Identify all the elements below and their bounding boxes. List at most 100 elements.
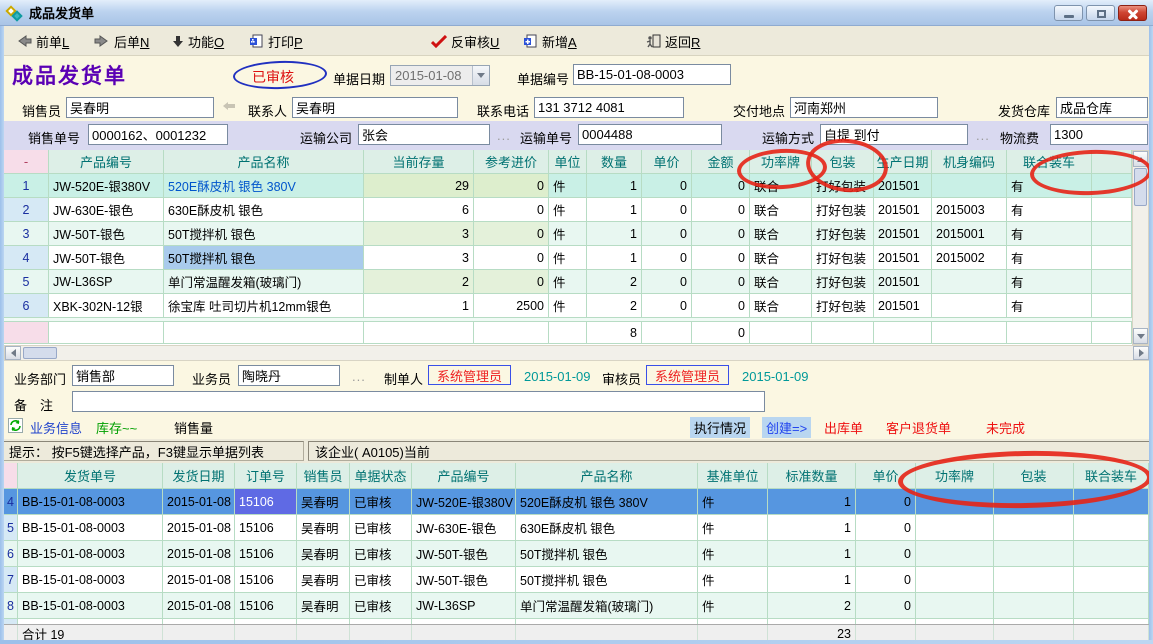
trans-co-ellipsis-button[interactable]: ... xyxy=(497,128,511,143)
row-number[interactable]: 8 xyxy=(4,593,18,619)
grid-cell[interactable]: 已审核 xyxy=(350,541,412,567)
items-hscrollbar[interactable] xyxy=(4,345,1149,361)
grid-cell[interactable]: 有 xyxy=(1007,222,1092,246)
grid-cell[interactable]: 0 xyxy=(474,222,549,246)
warehouse-input[interactable] xyxy=(1056,97,1148,118)
remark-input[interactable] xyxy=(72,391,765,412)
table-row[interactable]: 6BB-15-01-08-00032015-01-0815106吴春明已审核JW… xyxy=(4,541,1149,567)
grid-cell[interactable]: 0 xyxy=(474,198,549,222)
grid-cell[interactable]: 打好包装 xyxy=(812,222,874,246)
grid-cell[interactable] xyxy=(916,567,994,593)
grid-cell[interactable]: 已审核 xyxy=(350,515,412,541)
grid-cell[interactable]: 2 xyxy=(768,593,856,619)
grid-cell[interactable]: 有 xyxy=(1007,198,1092,222)
grid-cell[interactable]: 0 xyxy=(692,246,750,270)
table-row[interactable]: 4BB-15-01-08-00032015-01-0815106吴春明已审核JW… xyxy=(4,489,1149,515)
grid-cell[interactable]: 1 xyxy=(587,222,642,246)
grid-cell[interactable]: 0 xyxy=(692,198,750,222)
table-row[interactable]: 5BB-15-01-08-00032015-01-0815106吴春明已审核JW… xyxy=(4,515,1149,541)
grid-cell[interactable]: 2015002 xyxy=(932,246,1007,270)
row-number[interactable]: 2 xyxy=(4,198,49,222)
refresh-icon[interactable] xyxy=(8,418,23,433)
unaudit-button[interactable]: 反审核U xyxy=(425,29,505,53)
column-header[interactable]: 产品名称 xyxy=(516,463,698,489)
grid-cell[interactable]: 件 xyxy=(549,174,587,198)
grid-cell[interactable]: 件 xyxy=(698,567,768,593)
grid-cell[interactable]: 1 xyxy=(768,567,856,593)
grid-cell[interactable]: 0 xyxy=(642,294,692,318)
doc-date-combo[interactable]: 2015-01-08 xyxy=(390,65,490,86)
grid-cell[interactable]: 0 xyxy=(692,270,750,294)
combo-dropdown-icon[interactable] xyxy=(472,66,489,85)
trans-co-input[interactable] xyxy=(358,124,490,145)
grid-cell[interactable] xyxy=(994,489,1074,515)
grid-cell[interactable] xyxy=(1092,246,1132,270)
grid-cell[interactable]: 0 xyxy=(856,489,916,515)
tab-sales-qty[interactable]: 销售量 xyxy=(174,418,213,437)
hscroll-thumb[interactable] xyxy=(23,347,57,359)
column-header[interactable]: 生产日期 xyxy=(874,150,932,174)
grid-cell[interactable]: 3 xyxy=(364,246,474,270)
grid-cell[interactable]: 已审核 xyxy=(350,489,412,515)
grid-cell[interactable]: 已审核 xyxy=(350,593,412,619)
grid-cell[interactable]: 50T搅拌机 银色 xyxy=(516,541,698,567)
grid-cell[interactable]: BB-15-01-08-0003 xyxy=(18,593,163,619)
grid-cell[interactable]: 15106 xyxy=(235,567,297,593)
grid-cell[interactable]: JW-50T-银色 xyxy=(49,222,164,246)
column-header[interactable]: 产品名称 xyxy=(164,150,364,174)
grid-cell[interactable] xyxy=(994,567,1074,593)
grid-cell[interactable] xyxy=(916,489,994,515)
column-header[interactable]: 联合装车 xyxy=(1007,150,1092,174)
row-number[interactable]: 7 xyxy=(4,567,18,593)
grid-cell[interactable]: 15106 xyxy=(235,489,297,515)
column-header[interactable]: 功率牌 xyxy=(750,150,812,174)
grid-cell[interactable]: 件 xyxy=(698,489,768,515)
grid-cell[interactable]: JW-L36SP xyxy=(49,270,164,294)
grid-cell[interactable] xyxy=(916,515,994,541)
grid-cell[interactable]: 有 xyxy=(1007,174,1092,198)
grid-cell[interactable]: 吴春明 xyxy=(297,567,350,593)
grid-cell[interactable]: 630E酥皮机 银色 xyxy=(516,515,698,541)
grid-cell[interactable]: BB-15-01-08-0003 xyxy=(18,541,163,567)
grid-cell[interactable]: 有 xyxy=(1007,246,1092,270)
items-vscrollbar[interactable] xyxy=(1132,150,1149,345)
trans-mode-input[interactable] xyxy=(820,124,968,145)
grid-cell[interactable]: 打好包装 xyxy=(812,270,874,294)
grid-cell[interactable]: 2 xyxy=(364,270,474,294)
grid-cell[interactable]: 201501 xyxy=(874,270,932,294)
agent-ellipsis-button[interactable]: ... xyxy=(352,369,366,384)
grid-cell[interactable]: 0 xyxy=(692,174,750,198)
tab-stock[interactable]: 库存~~ xyxy=(96,418,137,437)
grid-cell[interactable] xyxy=(1092,270,1132,294)
column-header[interactable]: 数量 xyxy=(587,150,642,174)
row-number[interactable]: 6 xyxy=(4,541,18,567)
grid-cell[interactable]: 0 xyxy=(642,246,692,270)
column-header[interactable]: 单据状态 xyxy=(350,463,412,489)
grid-cell[interactable]: XBK-302N-12银 xyxy=(49,294,164,318)
grid-cell[interactable]: 29 xyxy=(364,174,474,198)
column-header[interactable]: 机身编码 xyxy=(932,150,1007,174)
grid-cell[interactable]: 单门常温醒发箱(玻璃门) xyxy=(164,270,364,294)
grid-cell[interactable]: BB-15-01-08-0003 xyxy=(18,489,163,515)
grid-cell[interactable]: 有 xyxy=(1007,294,1092,318)
tab-biz-info[interactable]: 业务信息 xyxy=(30,418,82,437)
grid-cell[interactable]: JW-50T-银色 xyxy=(412,567,516,593)
grid-cell[interactable]: 件 xyxy=(549,270,587,294)
grid-cell[interactable]: 630E酥皮机 银色 xyxy=(164,198,364,222)
grid-cell[interactable]: 吴春明 xyxy=(297,515,350,541)
trans-no-input[interactable] xyxy=(578,124,722,145)
agent-input[interactable] xyxy=(238,365,340,386)
grid-cell[interactable]: 0 xyxy=(474,270,549,294)
grid-cell[interactable]: 有 xyxy=(1007,270,1092,294)
grid-cell[interactable]: 2015-01-08 xyxy=(163,567,235,593)
column-header[interactable]: 单价 xyxy=(856,463,916,489)
vscroll-thumb[interactable] xyxy=(1134,168,1147,206)
dept-input[interactable] xyxy=(72,365,174,386)
grid-cell[interactable]: 1 xyxy=(587,198,642,222)
grid-cell[interactable] xyxy=(1074,541,1149,567)
maximize-button[interactable] xyxy=(1086,5,1115,21)
grid-cell[interactable]: 1 xyxy=(768,515,856,541)
grid-cell[interactable]: 2015-01-08 xyxy=(163,541,235,567)
grid-cell[interactable]: 件 xyxy=(549,198,587,222)
grid-cell[interactable]: 联合 xyxy=(750,246,812,270)
